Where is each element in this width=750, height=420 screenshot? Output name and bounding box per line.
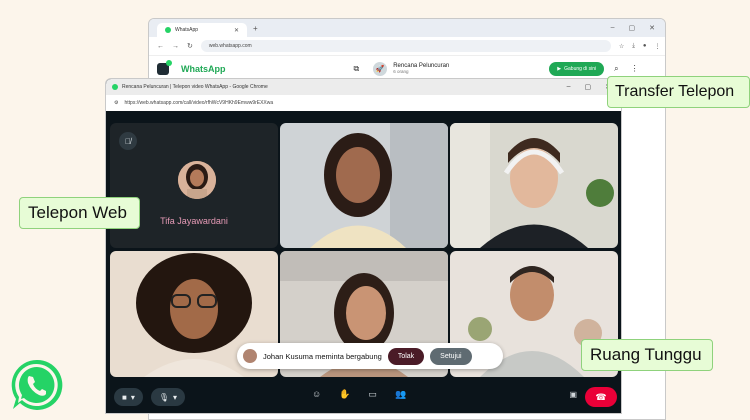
screen-share-icon[interactable]: ⧉ (354, 64, 360, 74)
join-button-label: Gabung di sini (564, 65, 597, 72)
avatar (243, 349, 257, 363)
browser-tab[interactable]: WhatsApp ✕ (157, 23, 247, 37)
chevron-down-icon: ▾ (130, 392, 135, 402)
join-request-notification: Johan Kusuma meminta bergabung Tolak Set… (237, 343, 503, 369)
participant-tile[interactable] (450, 123, 618, 248)
microphone-button[interactable]: 🎙 ▾ (150, 388, 186, 406)
download-icon[interactable]: ⤓ (632, 43, 635, 50)
raise-hand-icon[interactable]: ✋ (339, 389, 350, 400)
microphone-icon: 🎙 (158, 392, 170, 402)
browser-toolbar: ← → ↻ web.whatsapp.com ☆ ⤓ ● ⋮ (149, 37, 665, 55)
end-call-button[interactable]: ☎ (585, 387, 617, 407)
tab-title: WhatsApp (175, 27, 199, 33)
layout-icon[interactable]: ▣ (569, 390, 577, 399)
reload-icon[interactable]: ↻ (187, 42, 193, 50)
minimize-icon[interactable]: – (567, 83, 571, 91)
avatar (178, 161, 216, 199)
call-window-title: Rencana Peluncuran | Telepon video Whats… (122, 84, 268, 90)
header-icons: ⌕ ⋮ (614, 64, 638, 74)
call-address-bar[interactable]: ⚙ https://web.whatsapp.com/call/video/rf… (106, 95, 621, 111)
call-actions: ☺ ✋ ▭ 👥 (312, 389, 406, 400)
whatsapp-favicon-icon (112, 84, 118, 90)
emoji-icon[interactable]: ☺ (312, 389, 321, 400)
browser-tab-bar: WhatsApp ✕ + – ▢ ✕ (149, 19, 665, 37)
mic-muted-icon: 🎙̸ (119, 132, 137, 150)
callout-call-transfer: Transfer Telepon (607, 76, 750, 108)
whatsapp-favicon-icon (165, 27, 171, 33)
maximize-icon[interactable]: ▢ (629, 24, 636, 32)
site-settings-icon[interactable]: ⚙ (114, 100, 118, 106)
call-controls-bar: ■ ▾ 🎙 ▾ ☺ ✋ ▭ 👥 ▣ ☎ (106, 379, 621, 413)
participant-tile[interactable] (280, 123, 448, 248)
new-tab-icon[interactable]: + (253, 24, 258, 33)
camera-icon: ■ (122, 392, 127, 402)
toolbar-icons: ☆ ⤓ ● ⋮ (619, 43, 661, 50)
callout-waiting-room: Ruang Tunggu (581, 339, 713, 371)
back-arrow-icon[interactable]: ← (157, 43, 164, 50)
search-icon[interactable]: ⌕ (614, 64, 618, 74)
maximize-icon[interactable]: ▢ (585, 83, 592, 91)
callout-label: Ruang Tunggu (590, 345, 702, 364)
close-window-icon[interactable]: ✕ (649, 24, 655, 32)
address-bar[interactable]: web.whatsapp.com (200, 40, 611, 52)
call-window-titlebar: Rencana Peluncuran | Telepon video Whats… (106, 79, 621, 95)
chevron-down-icon: ▾ (173, 392, 178, 402)
app-name: WhatsApp (181, 63, 226, 74)
browser-menu-icon[interactable]: ⋮ (655, 43, 661, 50)
notification-badge (166, 59, 172, 66)
call-address-text: https://web.whatsapp.com/call/video/rfhW… (124, 100, 274, 106)
group-members: 6 orang (393, 69, 409, 74)
window-controls: – ▢ ✕ (611, 24, 665, 32)
callout-label: Transfer Telepon (615, 83, 735, 100)
join-here-button[interactable]: ▶ Gabung di sini (549, 61, 605, 76)
bookmark-star-icon[interactable]: ☆ (619, 43, 624, 50)
accept-button[interactable]: Setujui (430, 347, 472, 365)
camera-button[interactable]: ■ ▾ (114, 388, 143, 406)
participant-tile-host[interactable]: 🎙̸ Tifa Jayawardani (110, 123, 278, 248)
group-info[interactable]: Rencana Peluncuran 6 orang (393, 63, 449, 74)
reject-label: Tolak (397, 352, 415, 360)
chats-icon[interactable] (157, 59, 172, 75)
video-icon: ▶ (557, 65, 562, 72)
join-request-text: Johan Kusuma meminta bergabung (263, 351, 382, 361)
more-menu-icon[interactable]: ⋮ (631, 64, 639, 74)
forward-arrow-icon[interactable]: → (172, 43, 179, 50)
callout-web-call: Telepon Web (19, 197, 140, 229)
screen-share-icon[interactable]: ▭ (368, 389, 377, 400)
profile-icon[interactable]: ● (643, 43, 647, 50)
address-text: web.whatsapp.com (208, 43, 252, 49)
callout-label: Telepon Web (28, 203, 127, 222)
participants-icon[interactable]: 👥 (395, 389, 406, 400)
close-tab-icon[interactable]: ✕ (234, 27, 239, 34)
whatsapp-logo-icon (8, 356, 66, 419)
minimize-icon[interactable]: – (611, 24, 615, 32)
hang-up-icon: ☎ (595, 391, 607, 402)
accept-label: Setujui (440, 352, 462, 360)
reject-button[interactable]: Tolak (387, 347, 425, 365)
group-avatar: 🚀 (373, 61, 388, 76)
